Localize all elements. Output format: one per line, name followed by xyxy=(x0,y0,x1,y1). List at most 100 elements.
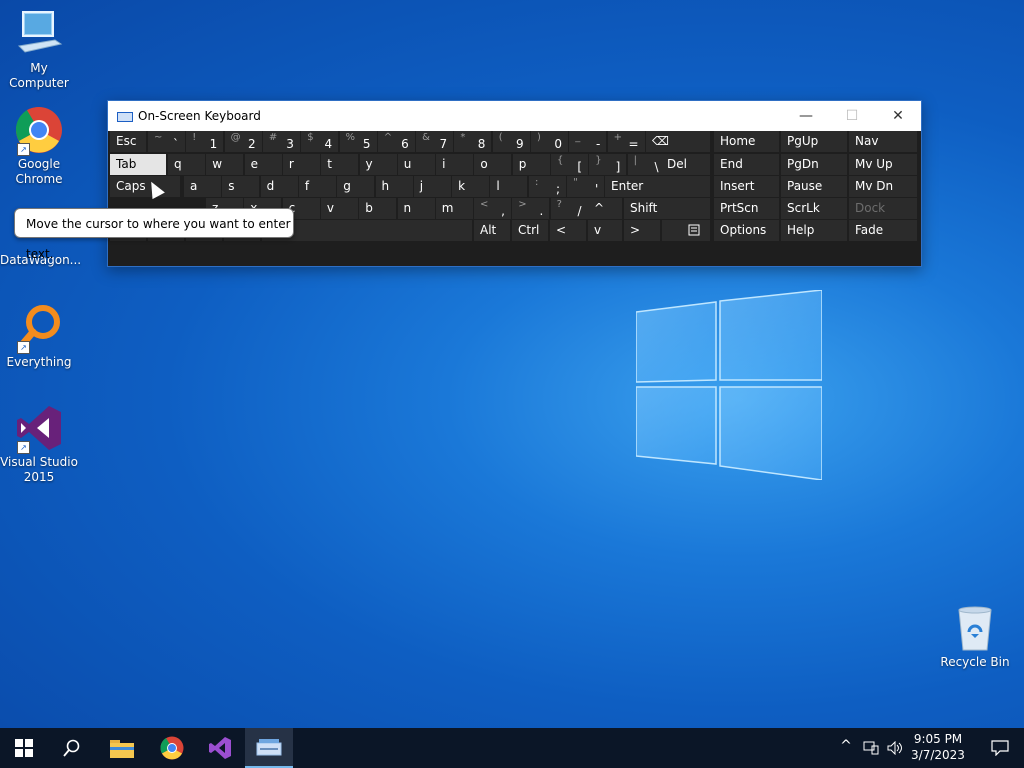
key-row2-punct-1[interactable]: }] xyxy=(589,154,627,175)
nav-key[interactable]: PrtScn xyxy=(714,198,779,219)
key-row2-punct-2[interactable]: | \ xyxy=(627,154,665,175)
desktop-icon-google-chrome[interactable]: ↗ Google Chrome xyxy=(0,106,78,187)
key-row1-11[interactable]: _ - xyxy=(569,131,607,152)
letter-key[interactable]: k xyxy=(452,176,490,197)
nav-key[interactable]: PgDn xyxy=(781,154,847,175)
letter-key[interactable]: n xyxy=(397,198,435,219)
visual-studio-taskbar-button[interactable] xyxy=(196,728,244,768)
letter-key[interactable]: l xyxy=(490,176,528,197)
letter-key[interactable]: h xyxy=(375,176,413,197)
nav-key[interactable]: PgUp xyxy=(781,131,847,152)
key-row1-10[interactable]: ) 0 xyxy=(531,131,568,152)
key-main-label: / xyxy=(577,204,582,218)
network-tray-button[interactable] xyxy=(860,728,882,768)
desktop-icon-visual-studio[interactable]: ↗ Visual Studio 2015 xyxy=(0,404,78,485)
letter-key[interactable]: a xyxy=(184,176,221,197)
key-row1-9[interactable]: (9 xyxy=(492,131,530,152)
right-arrow-key[interactable]: > xyxy=(624,220,660,241)
key-row4-punct-0[interactable]: <, xyxy=(474,198,511,219)
key-row1-2[interactable]: @2 xyxy=(224,131,262,152)
letter-key[interactable]: r xyxy=(282,154,320,175)
alt-key-right[interactable]: Alt xyxy=(474,220,510,241)
left-arrow-key[interactable]: < xyxy=(550,220,586,241)
nav-key[interactable]: Nav xyxy=(849,131,917,152)
action-center-button[interactable] xyxy=(976,728,1024,768)
nav-key[interactable]: Pause xyxy=(781,176,847,197)
letter-key[interactable]: o xyxy=(474,154,512,175)
letter-key[interactable]: w xyxy=(206,154,244,175)
start-button[interactable] xyxy=(0,728,48,768)
nav-key[interactable]: Home xyxy=(714,131,779,152)
key-row2-punct-0[interactable]: {[ xyxy=(551,154,588,175)
menu-key[interactable] xyxy=(662,220,710,241)
letter-key[interactable]: b xyxy=(359,198,397,219)
key-row4-punct-1[interactable]: >. xyxy=(512,198,550,219)
tab-key[interactable]: Tab xyxy=(110,154,166,175)
letter-key[interactable]: g xyxy=(337,176,375,197)
minimize-button[interactable]: — xyxy=(783,101,829,131)
esc-key[interactable]: Esc xyxy=(110,131,146,152)
letter-key[interactable]: p xyxy=(512,154,550,175)
letter-key[interactable]: v xyxy=(320,198,358,219)
title-bar[interactable]: On-Screen Keyboard — ☐ ✕ xyxy=(108,101,921,131)
nav-key[interactable]: ScrLk xyxy=(781,198,847,219)
osk-taskbar-button[interactable] xyxy=(245,728,293,768)
up-arrow-key[interactable]: ^ xyxy=(588,198,622,219)
key-row1-8[interactable]: * 8 xyxy=(454,131,492,152)
nav-key[interactable]: Options xyxy=(714,220,779,241)
key-row1-0[interactable]: ~ ` xyxy=(148,131,185,152)
key-row3-punct-0[interactable]: :; xyxy=(529,176,566,197)
key-shift-label: & xyxy=(422,132,430,143)
maximize-button[interactable]: ☐ xyxy=(829,101,875,131)
shift-key[interactable]: Shift xyxy=(624,198,710,219)
nav-key[interactable]: Mv Up xyxy=(849,154,917,175)
letter-key[interactable]: j xyxy=(413,176,451,197)
volume-tray-button[interactable] xyxy=(884,728,906,768)
close-button[interactable]: ✕ xyxy=(875,101,921,131)
desktop-icon-everything[interactable]: ↗ Everything xyxy=(0,304,78,370)
start-icon xyxy=(15,739,33,757)
key-row1-7[interactable]: & 7 xyxy=(416,131,454,152)
key-row1-3[interactable]: #3 xyxy=(262,131,300,152)
key-row3-punct-1[interactable]: " ' xyxy=(567,176,605,197)
letter-key[interactable]: t xyxy=(321,154,359,175)
key-row1-5[interactable]: % 5 xyxy=(339,131,377,152)
letter-key[interactable]: d xyxy=(260,176,298,197)
letter-key[interactable]: f xyxy=(298,176,336,197)
file-explorer-button[interactable] xyxy=(98,728,146,768)
nav-key[interactable]: End xyxy=(714,154,779,175)
show-hidden-icons-button[interactable]: ^ xyxy=(838,738,854,754)
backspace-key[interactable]: ⌫ xyxy=(646,131,710,152)
down-arrow-key[interactable]: v xyxy=(588,220,622,241)
on-screen-keyboard-window[interactable]: On-Screen Keyboard — ☐ ✕ Esc ~ `! 1 @2 #3 $4% 5… xyxy=(107,100,922,267)
clock[interactable]: 9:05 PM 3/7/2023 xyxy=(906,732,970,762)
key-row4-punct-2[interactable]: ? / xyxy=(550,198,588,219)
enter-key[interactable]: Enter xyxy=(605,176,710,197)
letter-key[interactable]: e xyxy=(244,154,282,175)
letter-key[interactable]: u xyxy=(397,154,435,175)
key-main-label: \ xyxy=(654,160,659,174)
key-row1-12[interactable]: + = xyxy=(607,131,645,152)
nav-key[interactable]: Insert xyxy=(714,176,779,197)
desktop-icon-my-computer[interactable]: My Computer xyxy=(0,10,78,91)
search-button[interactable] xyxy=(48,728,96,768)
key-row1-6[interactable]: ^ 6 xyxy=(377,131,415,152)
delete-key[interactable]: Del xyxy=(661,154,710,175)
letter-key[interactable]: m xyxy=(435,198,473,219)
key-shift-label: < xyxy=(480,199,489,210)
letter-key[interactable]: q xyxy=(168,154,205,175)
nav-key[interactable]: Fade xyxy=(849,220,917,241)
key-row1-1[interactable]: ! 1 xyxy=(186,131,224,152)
key-row1-4[interactable]: $4 xyxy=(301,131,339,152)
ctrl-key-right[interactable]: Ctrl xyxy=(512,220,548,241)
letter-key[interactable]: s xyxy=(222,176,260,197)
letter-key[interactable]: i xyxy=(436,154,474,175)
chrome-taskbar-button[interactable] xyxy=(148,728,196,768)
chrome-icon: ↗ xyxy=(15,106,63,156)
desktop-icon-recycle-bin[interactable]: Recycle Bin xyxy=(936,604,1014,670)
letter-key[interactable]: y xyxy=(359,154,397,175)
nav-key[interactable]: Mv Dn xyxy=(849,176,917,197)
key-shift-label: * xyxy=(460,132,466,143)
nav-key[interactable]: Help xyxy=(781,220,847,241)
nav-key[interactable]: Dock xyxy=(849,198,917,219)
